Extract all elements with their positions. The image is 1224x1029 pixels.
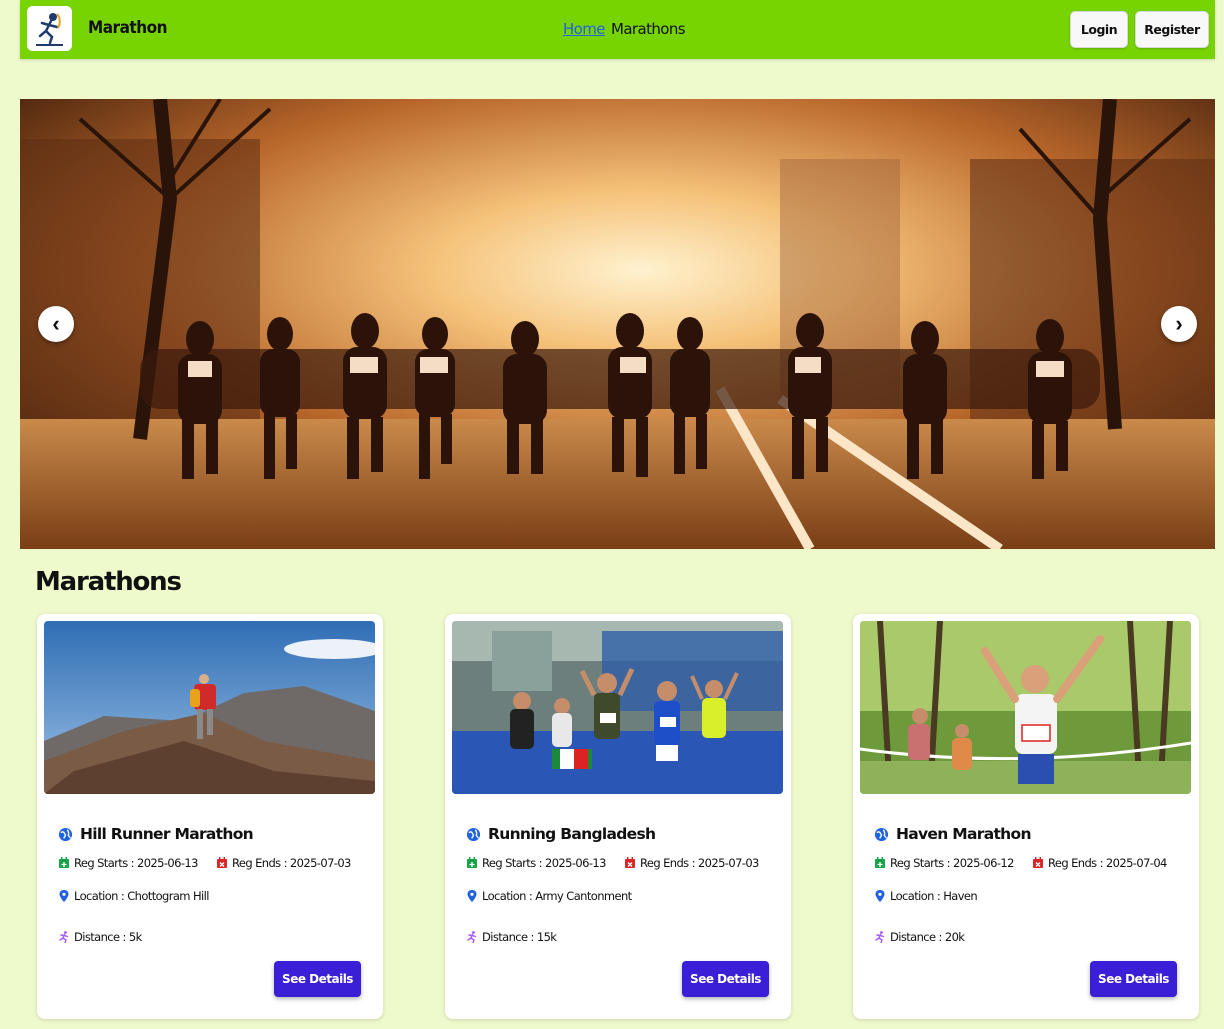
marathon-title: Haven Marathon (896, 825, 1031, 843)
reg-end: Reg Ends : 2025-07-04 (1032, 856, 1167, 870)
brand-name: Marathon (88, 18, 168, 38)
login-button[interactable]: Login (1070, 11, 1128, 48)
reg-end: Reg Ends : 2025-07-03 (216, 856, 351, 870)
carousel-prev-button[interactable]: ‹ (38, 306, 74, 342)
nav-link-marathons[interactable]: Marathons (611, 20, 686, 38)
navbar: Marathon Home Marathons Login Register (20, 0, 1215, 59)
marathon-card: Running Bangladesh Reg Starts : 2025-06-… (445, 614, 791, 1019)
location: Location : Haven (874, 889, 978, 903)
see-details-button[interactable]: See Details (682, 961, 769, 997)
location-pin-icon (875, 890, 885, 902)
see-details-button[interactable]: See Details (274, 961, 361, 997)
globe-icon (58, 827, 73, 841)
calendar-plus-icon (59, 857, 69, 868)
marathon-card: Haven Marathon Reg Starts : 2025-06-12 R… (853, 614, 1199, 1019)
distance: Distance : 5k (58, 930, 142, 944)
section-title: Marathons (35, 567, 182, 597)
reg-start: Reg Starts : 2025-06-13 (466, 856, 606, 870)
distance: Distance : 15k (466, 930, 557, 944)
globe-icon (466, 827, 481, 841)
runner-icon (875, 931, 885, 943)
calendar-x-icon (625, 857, 635, 868)
runner-logo-icon (27, 6, 72, 51)
location-pin-icon (467, 890, 477, 902)
globe-icon (874, 827, 889, 841)
calendar-x-icon (217, 857, 227, 868)
carousel-next-button[interactable]: › (1161, 306, 1197, 342)
marathon-image (44, 621, 375, 794)
calendar-plus-icon (875, 857, 885, 868)
reg-end: Reg Ends : 2025-07-03 (624, 856, 759, 870)
location-pin-icon (59, 890, 69, 902)
logo[interactable] (27, 6, 72, 51)
marathon-title: Running Bangladesh (488, 825, 656, 843)
calendar-plus-icon (467, 857, 477, 868)
distance: Distance : 20k (874, 930, 965, 944)
marathon-card: Hill Runner Marathon Reg Starts : 2025-0… (37, 614, 383, 1019)
location: Location : Chottogram Hill (58, 889, 209, 903)
nav-link-home[interactable]: Home (563, 20, 606, 38)
marathon-image (452, 621, 783, 794)
see-details-button[interactable]: See Details (1090, 961, 1177, 997)
register-button[interactable]: Register (1135, 11, 1209, 48)
runner-icon (59, 931, 69, 943)
marathon-image (860, 621, 1191, 794)
hero-carousel (20, 99, 1215, 549)
reg-start: Reg Starts : 2025-06-12 (874, 856, 1014, 870)
location: Location : Army Cantonment (466, 889, 632, 903)
marathon-title: Hill Runner Marathon (80, 825, 254, 843)
calendar-x-icon (1033, 857, 1043, 868)
hero-marathon-image (20, 99, 1215, 549)
reg-start: Reg Starts : 2025-06-13 (58, 856, 198, 870)
runner-icon (467, 931, 477, 943)
